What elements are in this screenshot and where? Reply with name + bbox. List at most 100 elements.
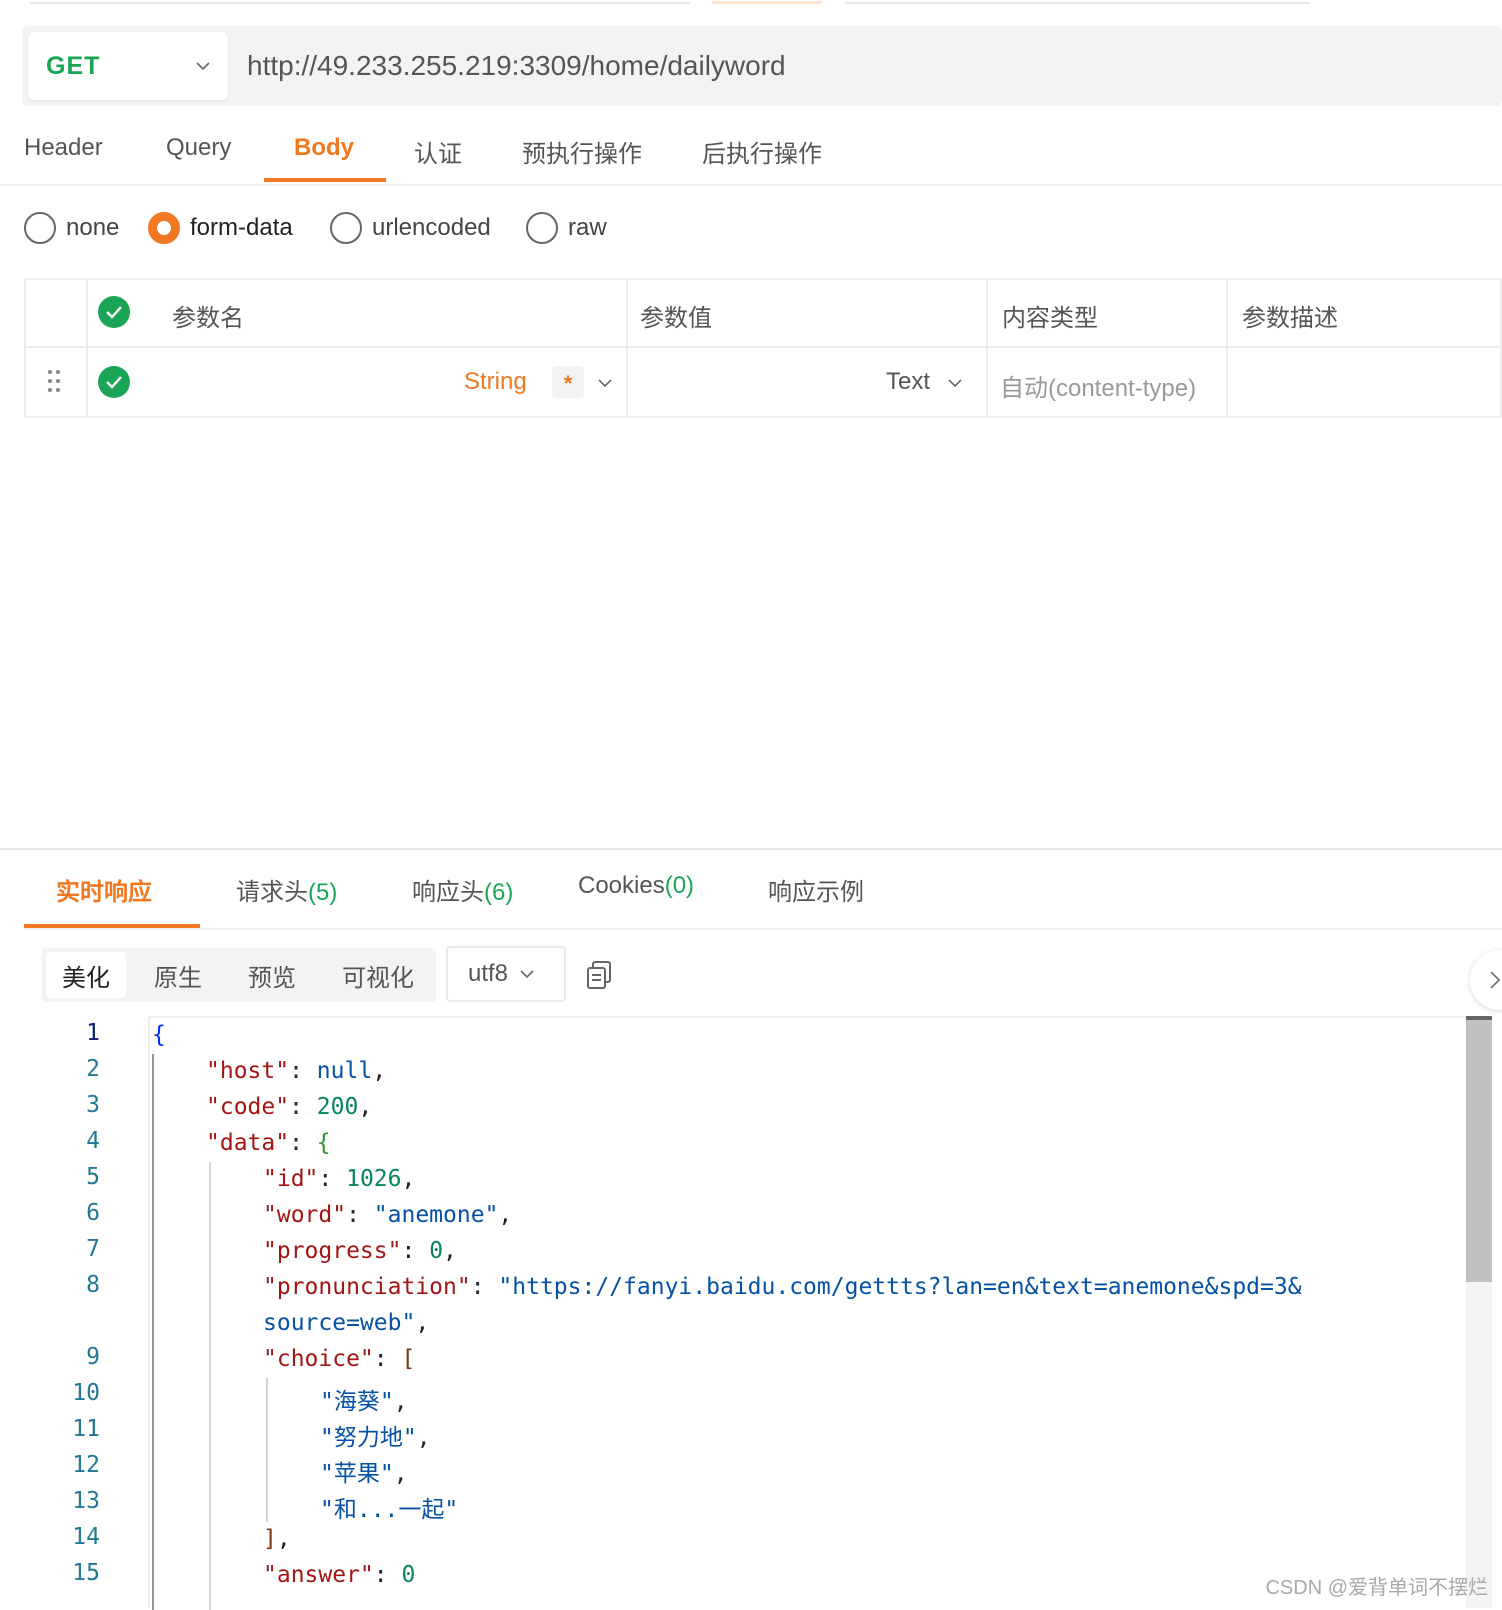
- check-icon: [105, 375, 123, 389]
- code-line-wrapped: source=web",: [263, 1310, 429, 1336]
- required-toggle[interactable]: *: [552, 366, 584, 398]
- chevron-down-icon: [196, 59, 210, 73]
- tab-body[interactable]: Body: [294, 126, 354, 186]
- line-number: 14: [72, 1524, 100, 1550]
- method-select[interactable]: GET: [28, 32, 228, 100]
- tab-label: 请求头: [236, 879, 308, 906]
- tab-pre-script[interactable]: 预执行操作: [522, 126, 642, 186]
- tab-cookies[interactable]: Cookies(0): [578, 872, 694, 900]
- view-mode-switch: 美化 原生 预览 可视化: [42, 948, 436, 1002]
- active-tab-indicator: [24, 924, 200, 928]
- top-tab-edge: [845, 0, 1310, 4]
- drag-handle-icon[interactable]: [48, 370, 64, 394]
- tab-response-examples[interactable]: 响应示例: [768, 872, 864, 907]
- indent-guide: [152, 1054, 154, 1610]
- tab-header[interactable]: Header: [24, 126, 103, 186]
- param-type-select[interactable]: String: [464, 368, 527, 396]
- response-code-editor[interactable]: { "host": null, "code": 200, "data": { "…: [148, 1016, 1468, 1608]
- value-type-select[interactable]: Text: [886, 368, 930, 396]
- line-number: 6: [86, 1200, 100, 1226]
- request-tabs: Header Query Body 认证 预执行操作 后执行操作: [0, 118, 1502, 186]
- code-line: "data": {: [206, 1130, 331, 1156]
- tab-label: Cookies: [578, 872, 665, 899]
- response-tabs: 实时响应 请求头(5) 响应头(6) Cookies(0) 响应示例: [24, 850, 1502, 930]
- scrollbar-top-marker: [1466, 1016, 1492, 1020]
- code-line: "和...一起": [320, 1490, 458, 1524]
- line-number: 12: [72, 1452, 100, 1478]
- line-number: 2: [86, 1056, 100, 1082]
- code-line: ],: [263, 1526, 291, 1552]
- radio-circle: [330, 212, 362, 244]
- code-line: "host": null,: [206, 1058, 386, 1084]
- radio-label: none: [66, 214, 119, 242]
- content-type-input[interactable]: 自动(content-type): [1000, 368, 1196, 403]
- line-number: 13: [72, 1488, 100, 1514]
- url-input[interactable]: http://49.233.255.219:3309/home/dailywor…: [247, 40, 1447, 92]
- code-line: "word": "anemone",: [263, 1202, 512, 1228]
- params-table: 参数名 参数值 内容类型 参数描述 String * Text 自动(conte…: [24, 278, 1502, 418]
- table-header-row: 参数名 参数值 内容类型 参数描述: [26, 280, 1502, 348]
- method-label: GET: [46, 52, 100, 81]
- tab-request-headers[interactable]: 请求头(5): [236, 872, 337, 907]
- tab-label: 响应头: [412, 879, 484, 906]
- tab-count: (5): [308, 879, 337, 906]
- tab-label: 实时响应: [56, 879, 152, 906]
- radio-form-data[interactable]: form-data: [148, 212, 293, 244]
- active-tab-indicator: [264, 178, 386, 182]
- tab-response-headers[interactable]: 响应头(6): [412, 872, 513, 907]
- top-tab-edge-active: [712, 0, 822, 4]
- radio-circle: [526, 212, 558, 244]
- indent-guide: [266, 1378, 268, 1522]
- radio-label: urlencoded: [372, 214, 491, 242]
- line-number: 3: [86, 1092, 100, 1118]
- view-mode-raw[interactable]: 原生: [136, 952, 220, 998]
- check-icon: [105, 305, 123, 319]
- collapse-panel-button[interactable]: [1470, 950, 1502, 1010]
- line-number: 7: [86, 1236, 100, 1262]
- column-header-description: 参数描述: [1242, 298, 1338, 333]
- line-number: 10: [72, 1380, 100, 1406]
- request-url-bar: GET http://49.233.255.219:3309/home/dail…: [22, 26, 1502, 106]
- column-header-name: 参数名: [172, 298, 244, 333]
- radio-urlencoded[interactable]: urlencoded: [330, 212, 491, 244]
- radio-circle: [24, 212, 56, 244]
- encoding-label: utf8: [468, 960, 508, 988]
- line-number: 8: [86, 1272, 100, 1298]
- radio-none[interactable]: none: [24, 212, 119, 244]
- view-mode-pretty[interactable]: 美化: [46, 952, 126, 998]
- view-mode-visualize[interactable]: 可视化: [326, 952, 430, 998]
- tab-count: (0): [665, 872, 694, 899]
- select-all-checkbox[interactable]: [98, 296, 130, 328]
- code-line: "努力地",: [320, 1418, 431, 1452]
- encoding-select[interactable]: utf8: [446, 946, 566, 1002]
- chevron-down-icon[interactable]: [598, 376, 612, 390]
- chevron-down-icon[interactable]: [948, 376, 962, 390]
- tab-query[interactable]: Query: [166, 126, 231, 186]
- description-input[interactable]: [1230, 354, 1500, 410]
- vertical-scrollbar[interactable]: [1466, 1016, 1492, 1608]
- top-tab-edge: [30, 0, 690, 4]
- line-number: 1: [86, 1020, 100, 1046]
- tab-live-response[interactable]: 实时响应: [56, 872, 152, 907]
- line-number: 15: [72, 1560, 100, 1586]
- code-line: "苹果",: [320, 1454, 408, 1488]
- tab-auth[interactable]: 认证: [414, 126, 462, 186]
- view-mode-preview[interactable]: 预览: [230, 952, 314, 998]
- column-header-content-type: 内容类型: [1002, 298, 1098, 333]
- code-line: {: [152, 1022, 166, 1048]
- line-number: 4: [86, 1128, 100, 1154]
- chevron-right-icon: [1488, 970, 1502, 990]
- line-number: 11: [72, 1416, 100, 1442]
- copy-icon[interactable]: [586, 960, 612, 990]
- tab-count: (6): [484, 879, 513, 906]
- code-line: "progress": 0,: [263, 1238, 457, 1264]
- scrollbar-thumb[interactable]: [1466, 1016, 1492, 1282]
- radio-raw[interactable]: raw: [526, 212, 607, 244]
- radio-label: form-data: [190, 214, 293, 242]
- code-line: "pronunciation": "https://fanyi.baidu.co…: [263, 1274, 1302, 1300]
- code-line: "choice": [: [263, 1346, 415, 1372]
- tab-post-script[interactable]: 后执行操作: [702, 126, 822, 186]
- code-line: "code": 200,: [206, 1094, 372, 1120]
- row-enabled-checkbox[interactable]: [98, 366, 130, 398]
- code-line: "answer": 0: [263, 1562, 415, 1588]
